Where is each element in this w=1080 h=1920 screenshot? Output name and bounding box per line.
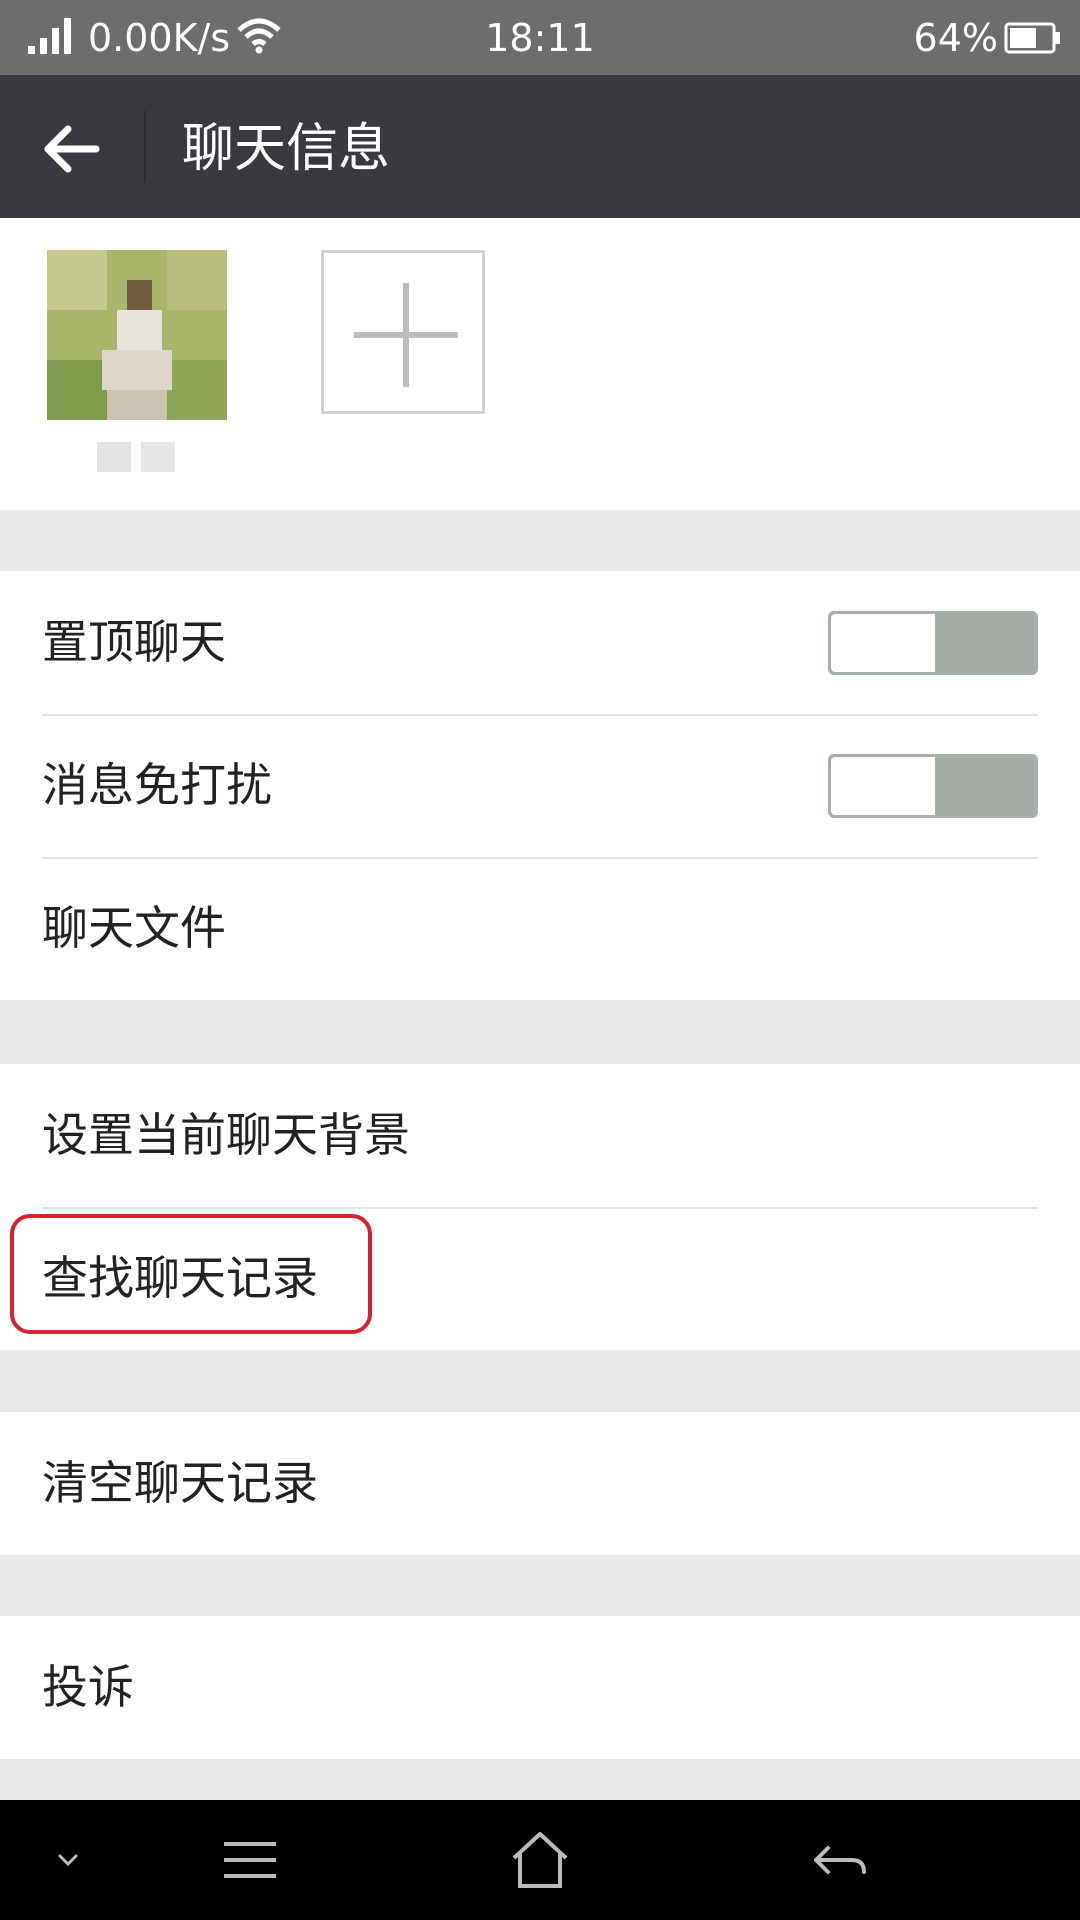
set-background-label: 设置当前聊天背景 (42, 1108, 410, 1162)
title-divider (144, 111, 146, 183)
home-icon[interactable] (500, 1820, 580, 1900)
add-member-button[interactable] (321, 250, 485, 414)
member-name-blurred (97, 442, 175, 472)
settings-group-1: 置顶聊天 消息免打扰 聊天文件 (0, 571, 1080, 1000)
highlight-annotation (10, 1214, 372, 1334)
report-label: 投诉 (42, 1660, 134, 1714)
pin-chat-label: 置顶聊天 (42, 615, 226, 669)
battery-icon (1004, 22, 1060, 54)
chevron-down-icon[interactable] (28, 1820, 108, 1900)
set-background-row[interactable]: 设置当前聊天背景 (0, 1064, 1080, 1207)
nav-bar (0, 1800, 1080, 1920)
plus-icon-vertical (403, 283, 409, 387)
avatar[interactable] (47, 250, 227, 420)
pin-chat-row[interactable]: 置顶聊天 (0, 571, 1080, 714)
members-section (0, 218, 1080, 510)
chat-files-row[interactable]: 聊天文件 (0, 857, 1080, 1000)
settings-group-4: 投诉 (0, 1616, 1080, 1759)
status-bar: 0.00K/s 18:11 64% (0, 0, 1080, 75)
battery-percent: 64% (913, 16, 998, 60)
menu-icon[interactable] (210, 1820, 290, 1900)
page-title: 聊天信息 (182, 119, 391, 179)
clear-history-label: 清空聊天记录 (42, 1456, 318, 1510)
toggle-knob (831, 614, 935, 672)
mute-label: 消息免打扰 (42, 758, 272, 812)
pin-chat-toggle[interactable] (828, 611, 1038, 675)
back-arrow-icon[interactable] (30, 107, 114, 191)
clear-history-row[interactable]: 清空聊天记录 (0, 1412, 1080, 1555)
toggle-knob (831, 757, 935, 815)
mute-toggle[interactable] (828, 754, 1038, 818)
report-row[interactable]: 投诉 (0, 1616, 1080, 1759)
settings-group-3: 清空聊天记录 (0, 1412, 1080, 1555)
return-icon[interactable] (800, 1820, 880, 1900)
title-bar: 聊天信息 (0, 75, 1080, 218)
chat-files-label: 聊天文件 (42, 901, 226, 955)
mute-row[interactable]: 消息免打扰 (0, 714, 1080, 857)
